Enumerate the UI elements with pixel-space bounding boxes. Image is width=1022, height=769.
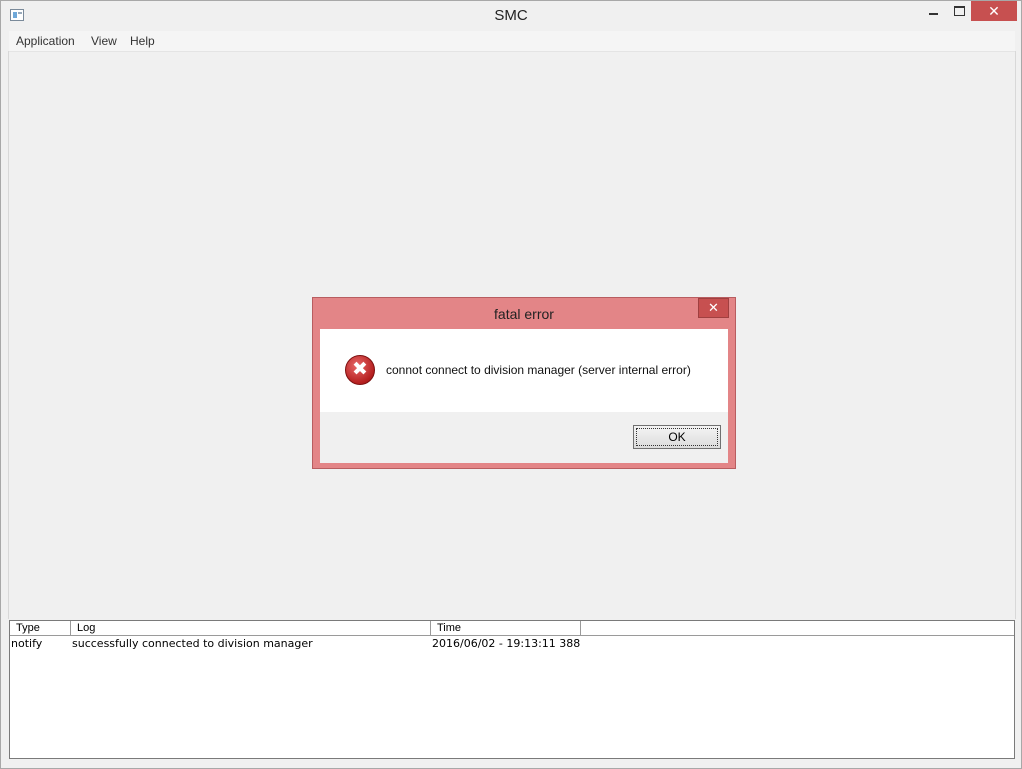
column-header-time[interactable]: Time bbox=[431, 621, 581, 635]
column-header-type[interactable]: Type bbox=[10, 621, 71, 635]
close-icon: ✕ bbox=[708, 300, 719, 315]
dialog-body: ✖ connot connect to division manager (se… bbox=[320, 329, 728, 463]
log-type-cell: notify bbox=[11, 637, 43, 650]
maximize-icon bbox=[954, 6, 965, 16]
close-icon: ✕ bbox=[988, 3, 1000, 19]
maximize-button[interactable] bbox=[947, 1, 971, 21]
log-header: Type Log Time bbox=[10, 621, 1014, 636]
fatal-error-dialog: fatal error ✕ ✖ connot connect to divisi… bbox=[312, 297, 736, 469]
menu-help[interactable]: Help bbox=[130, 34, 155, 48]
dialog-title: fatal error bbox=[494, 306, 554, 322]
close-button[interactable]: ✕ bbox=[971, 1, 1017, 21]
minimize-button[interactable] bbox=[919, 1, 947, 21]
menu-view[interactable]: View bbox=[91, 34, 117, 48]
window-title: SMC bbox=[494, 7, 528, 24]
log-message-cell: successfully connected to division manag… bbox=[72, 637, 313, 650]
table-row[interactable]: notify successfully connected to divisio… bbox=[10, 636, 1014, 651]
log-time-cell: 2016/06/02 - 19:13:11 388 bbox=[432, 637, 581, 650]
dialog-close-button[interactable]: ✕ bbox=[698, 298, 729, 318]
error-message: connot connect to division manager (serv… bbox=[386, 363, 691, 377]
error-icon: ✖ bbox=[345, 355, 375, 385]
log-list[interactable]: Type Log Time notify successfully connec… bbox=[9, 620, 1015, 759]
menu-bar: Application View Help bbox=[9, 31, 1015, 52]
minimize-icon bbox=[929, 13, 938, 15]
ok-button[interactable]: OK bbox=[633, 425, 721, 449]
column-header-log[interactable]: Log bbox=[71, 621, 431, 635]
dialog-message-area: ✖ connot connect to division manager (se… bbox=[320, 329, 728, 412]
title-bar[interactable]: SMC ✕ bbox=[1, 1, 1021, 31]
menu-application[interactable]: Application bbox=[16, 34, 75, 48]
